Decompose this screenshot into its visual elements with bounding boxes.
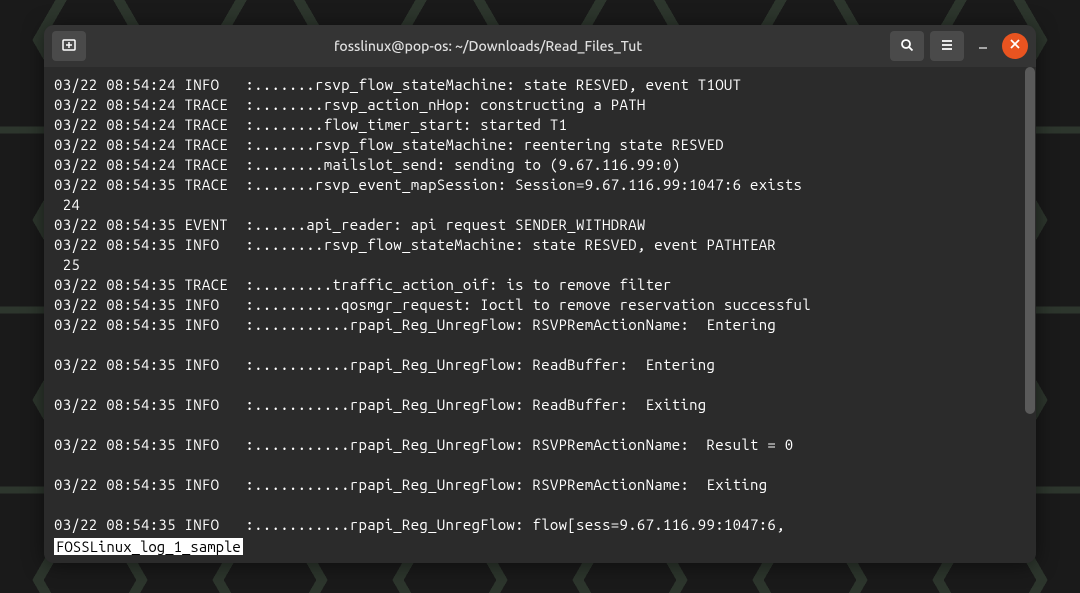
pager-status-filename: FOSSLinux_log_1_sample: [54, 538, 243, 555]
log-line: 03/22 08:54:35 INFO :...........rpapi_Re…: [54, 315, 1026, 335]
search-icon: [899, 37, 915, 56]
log-line: 03/22 08:54:24 TRACE :.......rsvp_flow_s…: [54, 135, 1026, 155]
log-line: 03/22 08:54:35 TRACE :.......rsvp_event_…: [54, 175, 1026, 195]
log-line: 03/22 08:54:35 INFO :...........rpapi_Re…: [54, 475, 1026, 495]
terminal-output: 03/22 08:54:24 INFO :.......rsvp_flow_st…: [54, 75, 1026, 535]
log-line: 03/22 08:54:35 INFO :...........rpapi_Re…: [54, 395, 1026, 415]
log-line: 03/22 08:54:24 INFO :.......rsvp_flow_st…: [54, 75, 1026, 95]
log-line: 25: [54, 255, 1026, 275]
menu-button[interactable]: [930, 31, 964, 61]
log-line: 03/22 08:54:35 INFO :...........rpapi_Re…: [54, 355, 1026, 375]
log-line: 03/22 08:54:24 TRACE :........mailslot_s…: [54, 155, 1026, 175]
log-line: 03/22 08:54:35 INFO :..........qosmgr_re…: [54, 295, 1026, 315]
minimize-icon: [977, 37, 989, 55]
log-line: 03/22 08:54:35 INFO :........rsvp_flow_s…: [54, 235, 1026, 255]
new-tab-button[interactable]: [52, 31, 86, 61]
log-line: 03/22 08:54:35 INFO :...........rpapi_Re…: [54, 515, 1026, 535]
terminal-body[interactable]: 03/22 08:54:24 INFO :.......rsvp_flow_st…: [44, 67, 1036, 563]
titlebar: fosslinux@pop-os: ~/Downloads/Read_Files…: [44, 25, 1036, 67]
new-tab-icon: [61, 37, 77, 56]
log-line: [54, 335, 1026, 355]
log-line: 03/22 08:54:35 INFO :...........rpapi_Re…: [54, 435, 1026, 455]
log-line: [54, 455, 1026, 475]
log-line: 03/22 08:54:24 TRACE :........rsvp_actio…: [54, 95, 1026, 115]
log-line: 03/22 08:54:35 TRACE :.........traffic_a…: [54, 275, 1026, 295]
hamburger-icon: [939, 37, 955, 56]
log-line: 03/22 08:54:35 EVENT :......api_reader: …: [54, 215, 1026, 235]
log-line: [54, 375, 1026, 395]
log-line: 24: [54, 195, 1026, 215]
close-button[interactable]: [1002, 33, 1028, 59]
scrollbar[interactable]: [1025, 67, 1035, 414]
terminal-window: fosslinux@pop-os: ~/Downloads/Read_Files…: [44, 25, 1036, 563]
search-button[interactable]: [890, 31, 924, 61]
window-title: fosslinux@pop-os: ~/Downloads/Read_Files…: [94, 38, 882, 54]
close-icon: [1007, 36, 1023, 56]
minimize-button[interactable]: [970, 33, 996, 59]
log-line: 03/22 08:54:24 TRACE :........flow_timer…: [54, 115, 1026, 135]
log-line: [54, 495, 1026, 515]
log-line: [54, 415, 1026, 435]
